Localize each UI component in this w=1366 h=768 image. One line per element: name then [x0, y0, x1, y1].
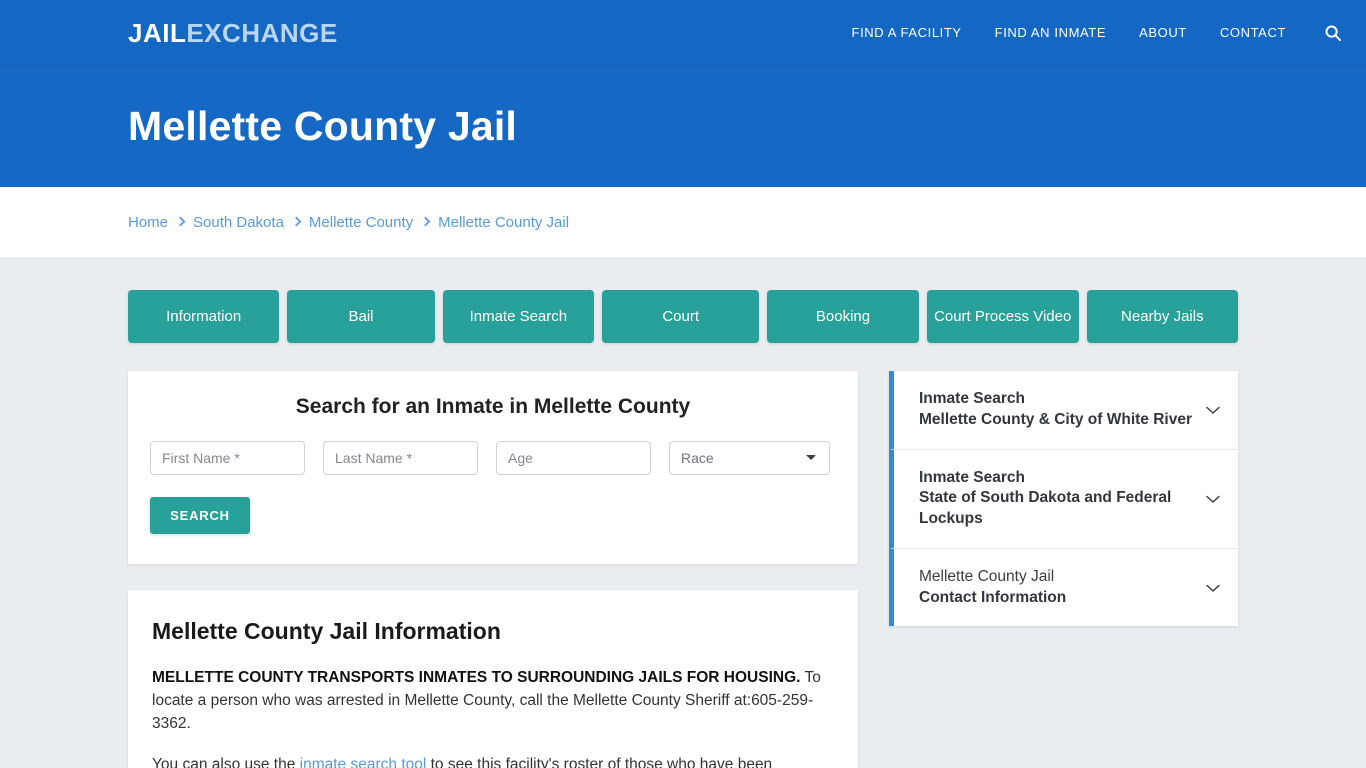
- accordion-line-1: Inmate Search: [919, 468, 1025, 486]
- last-name-input[interactable]: [323, 441, 478, 475]
- accordion-line-1: Mellette County Jail: [919, 567, 1055, 585]
- accordion-item-inmate-search-county[interactable]: Inmate Search Mellette County & City of …: [889, 371, 1238, 450]
- site-logo[interactable]: JAILEXCHANGE: [128, 20, 338, 46]
- breadcrumb-item-mellette-county[interactable]: Mellette County: [309, 214, 413, 231]
- jail-information-card: Mellette County Jail Information MELLETT…: [128, 590, 858, 768]
- chevron-right-icon: [175, 216, 186, 227]
- nav-item-find-a-facility[interactable]: FIND A FACILITY: [852, 25, 962, 40]
- sidebar-column: Inmate Search Mellette County & City of …: [889, 371, 1238, 627]
- sidebar-accordion: Inmate Search Mellette County & City of …: [889, 371, 1238, 627]
- inmate-search-tool-link[interactable]: inmate search tool: [300, 756, 427, 768]
- accordion-item-label: Mellette County Jail Contact Information: [919, 567, 1194, 609]
- main-nav: FIND A FACILITY FIND AN INMATE ABOUT CON…: [852, 22, 1366, 44]
- chevron-down-icon[interactable]: [1204, 490, 1222, 508]
- tab-information[interactable]: Information: [128, 290, 280, 343]
- accordion-item-label: Inmate Search Mellette County & City of …: [919, 389, 1194, 431]
- breadcrumb-item-current: Mellette County Jail: [438, 213, 570, 231]
- age-input[interactable]: [496, 441, 651, 475]
- chevron-down-icon[interactable]: [1204, 401, 1222, 419]
- breadcrumb-item-south-dakota[interactable]: South Dakota: [193, 214, 284, 231]
- tab-booking[interactable]: Booking: [767, 290, 919, 343]
- tab-court[interactable]: Court: [602, 290, 760, 343]
- paragraph-2-before: You can also use the: [152, 755, 300, 768]
- first-name-input[interactable]: [150, 441, 305, 475]
- accordion-line-2: Contact Information: [919, 588, 1067, 606]
- paragraph-2-after: to see this facility's roster of those w…: [426, 755, 773, 768]
- section-tabs: Information Bail Inmate Search Court Boo…: [128, 290, 1238, 343]
- chevron-right-icon: [291, 216, 302, 227]
- accordion-item-inmate-search-state[interactable]: Inmate Search State of South Dakota and …: [889, 449, 1238, 549]
- logo-text-secondary: EXCHANGE: [186, 17, 338, 48]
- accordion-item-contact-information[interactable]: Mellette County Jail Contact Information: [889, 548, 1238, 627]
- accordion-line-1: Inmate Search: [919, 390, 1025, 407]
- jail-information-paragraph-2: You can also use the inmate search tool …: [152, 754, 834, 768]
- breadcrumb: Home South Dakota Mellette County Mellet…: [128, 214, 569, 231]
- nav-item-about[interactable]: ABOUT: [1139, 25, 1187, 40]
- search-button[interactable]: SEARCH: [150, 497, 250, 534]
- logo-text-primary: JAIL: [128, 17, 187, 48]
- accordion-item-label: Inmate Search State of South Dakota and …: [919, 468, 1194, 530]
- tab-nearby-jails[interactable]: Nearby Jails: [1086, 290, 1238, 343]
- accordion-line-2: State of South Dakota and Federal Lockup…: [919, 489, 1172, 528]
- chevron-down-icon[interactable]: [1204, 579, 1222, 597]
- search-icon[interactable]: [1322, 22, 1344, 44]
- jail-information-heading: Mellette County Jail Information: [152, 618, 501, 644]
- page-title: Mellette County Jail: [128, 103, 518, 149]
- content-columns: Search for an Inmate in Mellette County …: [128, 371, 1238, 768]
- accordion-line-2: Mellette County & City of White River: [919, 410, 1192, 428]
- inmate-search-card: Search for an Inmate in Mellette County …: [128, 371, 858, 564]
- nav-item-find-an-inmate[interactable]: FIND AN INMATE: [995, 25, 1106, 40]
- page-content: Information Bail Inmate Search Court Boo…: [0, 257, 1366, 768]
- search-fields-row: Race: [150, 441, 836, 475]
- transport-notice-bold: MELLETTE COUNTY TRANSPORTS INMATES TO SU…: [152, 669, 801, 686]
- hero-banner: Mellette County Jail: [0, 65, 1366, 187]
- main-column: Search for an Inmate in Mellette County …: [128, 371, 858, 768]
- search-card-title: Search for an Inmate in Mellette County: [295, 395, 691, 418]
- tab-court-process-video[interactable]: Court Process Video: [926, 290, 1079, 343]
- breadcrumb-item-home[interactable]: Home: [128, 214, 168, 231]
- top-navigation-bar: JAILEXCHANGE FIND A FACILITY FIND AN INM…: [0, 0, 1366, 65]
- race-select[interactable]: Race: [669, 441, 830, 475]
- tab-inmate-search[interactable]: Inmate Search: [442, 290, 595, 343]
- nav-item-contact[interactable]: CONTACT: [1220, 25, 1286, 40]
- chevron-right-icon: [420, 216, 431, 227]
- jail-information-paragraph-1: MELLETTE COUNTY TRANSPORTS INMATES TO SU…: [152, 667, 834, 736]
- breadcrumb-bar: Home South Dakota Mellette County Mellet…: [0, 187, 1366, 257]
- tab-bail[interactable]: Bail: [287, 290, 435, 343]
